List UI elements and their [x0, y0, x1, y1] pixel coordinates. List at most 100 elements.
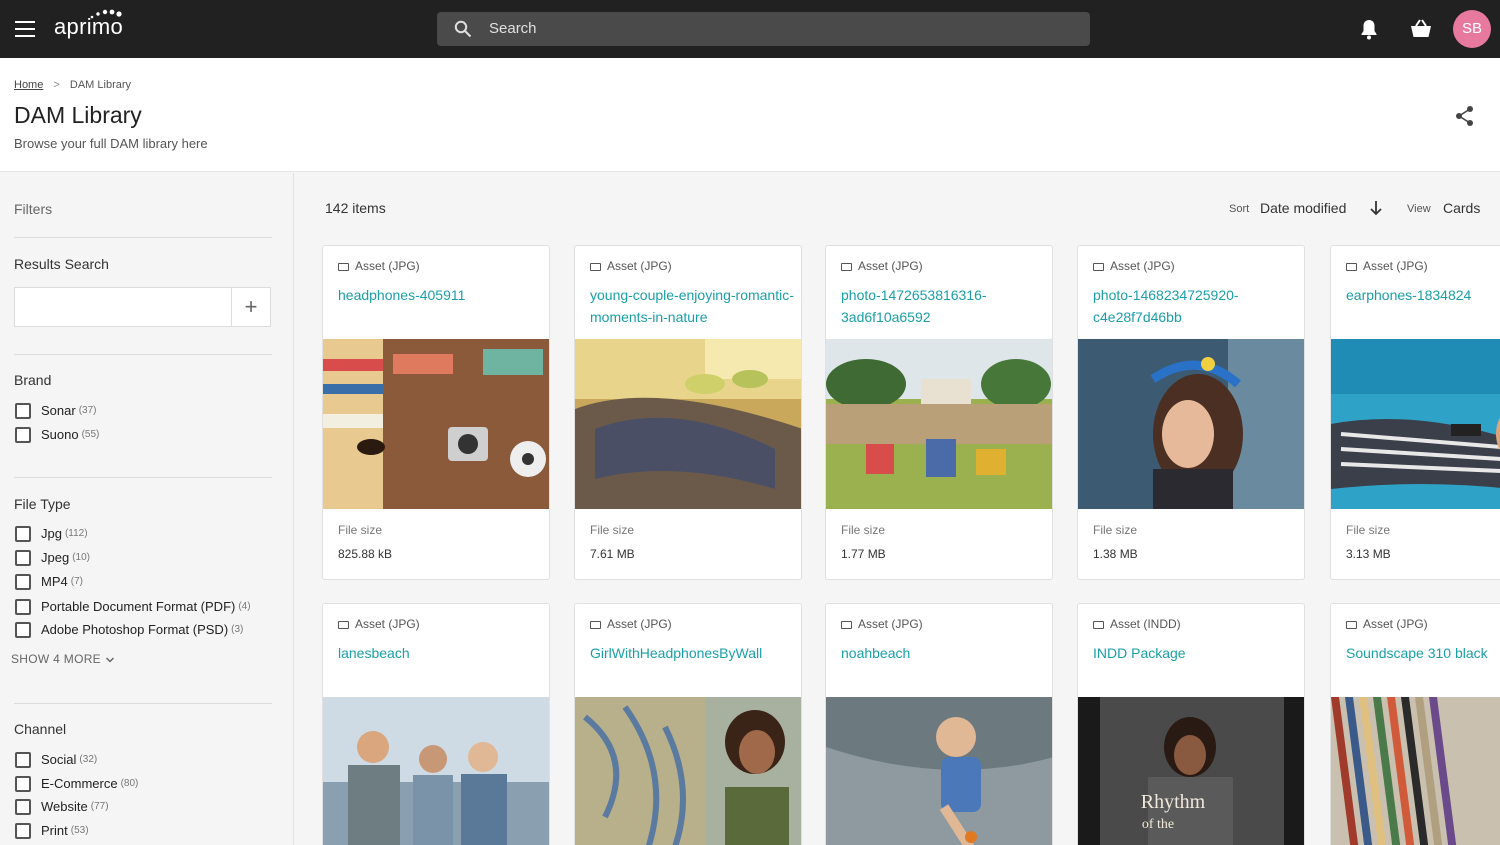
results-search-add-button[interactable]: +: [231, 287, 271, 327]
asset-thumbnail[interactable]: [323, 339, 550, 509]
asset-card[interactable]: Asset (JPG) young-couple-enjoying-romant…: [574, 245, 802, 580]
asset-thumbnail[interactable]: [826, 339, 1053, 509]
file-type-filter-pdf[interactable]: Portable Document Format (PDF) (4): [15, 598, 251, 616]
asset-thumbnail[interactable]: Rhythm of the: [1078, 697, 1305, 845]
asset-type: Asset (JPG): [1346, 617, 1428, 631]
asset-type: Asset (JPG): [590, 617, 672, 631]
user-avatar[interactable]: SB: [1453, 10, 1491, 48]
breadcrumb: Home > DAM Library: [14, 79, 131, 91]
asset-type-label: Asset (JPG): [1363, 259, 1428, 273]
asset-title-link[interactable]: photo-1472653816316-3ad6f10a6592: [841, 284, 1046, 328]
show-more-file-types-button[interactable]: SHOW 4 MORE: [11, 652, 115, 666]
asset-title-link[interactable]: noahbeach: [841, 642, 1046, 664]
results-area: 142 items Sort Date modified View Cards …: [295, 173, 1500, 845]
filter-label: Website: [41, 799, 88, 815]
asset-type: Asset (JPG): [1093, 259, 1175, 273]
share-icon[interactable]: [1454, 105, 1476, 127]
filters-sidebar: Filters Results Search + Brand Sonar (37)…: [0, 173, 294, 845]
file-type-filter-psd[interactable]: Adobe Photoshop Format (PSD) (3): [15, 621, 243, 639]
asset-card[interactable]: Asset (JPG) lanesbeach: [322, 603, 550, 845]
file-type-heading: File Type: [14, 496, 71, 512]
filter-label: Jpg: [41, 526, 62, 542]
breadcrumb-separator: >: [53, 79, 60, 91]
asset-title-link[interactable]: INDD Package: [1093, 642, 1298, 664]
asset-card[interactable]: Asset (JPG) photo-1468234725920-c4e28f7d…: [1077, 245, 1305, 580]
sort-dropdown[interactable]: Date modified: [1260, 200, 1346, 216]
show-more-label: SHOW 4 MORE: [11, 652, 101, 666]
asset-title-link[interactable]: photo-1468234725920-c4e28f7d46bb: [1093, 284, 1298, 328]
brand-filter-sonar[interactable]: Sonar (37): [15, 402, 97, 420]
view-dropdown[interactable]: Cards: [1443, 200, 1480, 216]
asset-title-link[interactable]: GirlWithHeadphonesByWall: [590, 642, 795, 664]
page-subtitle: Browse your full DAM library here: [14, 136, 208, 151]
filter-label: Jpeg: [41, 550, 70, 566]
asset-card[interactable]: Asset (JPG) earphones-1834824 File size …: [1330, 245, 1500, 580]
file-type-filter-jpg[interactable]: Jpg (112): [15, 525, 88, 543]
asset-title-link[interactable]: lanesbeach: [338, 642, 543, 664]
asset-type: Asset (JPG): [338, 259, 420, 273]
channel-filter-print[interactable]: Print (53): [15, 822, 89, 840]
asset-type-label: Asset (JPG): [355, 259, 420, 273]
asset-card[interactable]: Asset (JPG) Soundscape 310 black: [1330, 603, 1500, 845]
channel-filter-ecommerce[interactable]: E-Commerce (80): [15, 775, 138, 793]
channel-filter-website[interactable]: Website (77): [15, 798, 109, 816]
divider: [14, 237, 272, 238]
asset-thumbnail[interactable]: [1078, 339, 1305, 509]
sort-direction-arrow-icon[interactable]: [1369, 200, 1383, 216]
asset-title-link[interactable]: earphones-1834824: [1346, 284, 1500, 306]
breadcrumb-home-link[interactable]: Home: [14, 79, 43, 91]
brand-filter-suono[interactable]: Suono (55): [15, 426, 99, 444]
checkbox[interactable]: [15, 775, 31, 792]
checkbox[interactable]: [15, 798, 31, 815]
checkbox[interactable]: [15, 402, 31, 419]
checkbox[interactable]: [15, 426, 31, 443]
file-size-value: 1.77 MB: [841, 547, 886, 561]
brand-heading: Brand: [14, 372, 52, 388]
checkbox[interactable]: [15, 822, 31, 839]
checkbox[interactable]: [15, 525, 31, 542]
file-type-filter-jpeg[interactable]: Jpeg (10): [15, 549, 90, 567]
channel-filter-social[interactable]: Social (32): [15, 751, 97, 769]
asset-title-link[interactable]: young-couple-enjoying-romantic-moments-i…: [590, 284, 795, 328]
basket-icon[interactable]: [1410, 19, 1432, 39]
checkbox[interactable]: [15, 598, 31, 615]
logo-dots-icon: [90, 9, 122, 19]
asset-card[interactable]: Asset (JPG) photo-1472653816316-3ad6f10a…: [825, 245, 1053, 580]
global-search[interactable]: Search: [437, 12, 1090, 46]
asset-type-label: Asset (JPG): [858, 259, 923, 273]
checkbox[interactable]: [15, 751, 31, 768]
asset-title-link[interactable]: headphones-405911: [338, 284, 543, 306]
filter-count: (37): [78, 405, 97, 417]
asset-card[interactable]: Asset (JPG) noahbeach: [825, 603, 1053, 845]
asset-thumbnail[interactable]: [1331, 339, 1500, 509]
results-search-input[interactable]: [14, 287, 232, 327]
notifications-bell-icon[interactable]: [1359, 18, 1379, 40]
checkbox[interactable]: [15, 621, 31, 638]
asset-card[interactable]: Asset (INDD) INDD Package Rhythm of the: [1077, 603, 1305, 845]
asset-icon: [1093, 262, 1104, 271]
filter-count: (112): [64, 528, 88, 540]
checkbox[interactable]: [15, 573, 31, 590]
asset-thumbnail[interactable]: [575, 339, 802, 509]
asset-thumbnail[interactable]: [575, 697, 802, 845]
asset-thumbnail[interactable]: [323, 697, 550, 845]
asset-type: Asset (JPG): [841, 617, 923, 631]
file-size-value: 1.38 MB: [1093, 547, 1138, 561]
asset-card[interactable]: Asset (JPG) headphones-405911 File size …: [322, 245, 550, 580]
file-type-filter-mp4[interactable]: MP4 (7): [15, 573, 83, 591]
filter-count: (7): [70, 576, 83, 588]
asset-thumbnail[interactable]: [1331, 697, 1500, 845]
file-size-value: 7.61 MB: [590, 547, 635, 561]
filter-count: (32): [79, 754, 98, 766]
asset-card[interactable]: Asset (JPG) GirlWithHeadphonesByWall: [574, 603, 802, 845]
menu-icon[interactable]: [15, 21, 35, 37]
asset-icon: [1346, 620, 1357, 629]
file-size-label: File size: [1093, 523, 1138, 537]
asset-thumbnail[interactable]: [826, 697, 1053, 845]
filter-label: Print: [41, 823, 68, 839]
search-input[interactable]: Search: [489, 20, 537, 37]
asset-title-link[interactable]: Soundscape 310 black: [1346, 642, 1500, 664]
checkbox[interactable]: [15, 549, 31, 566]
filter-label: Portable Document Format (PDF): [41, 599, 236, 615]
file-size-value: 3.13 MB: [1346, 547, 1391, 561]
